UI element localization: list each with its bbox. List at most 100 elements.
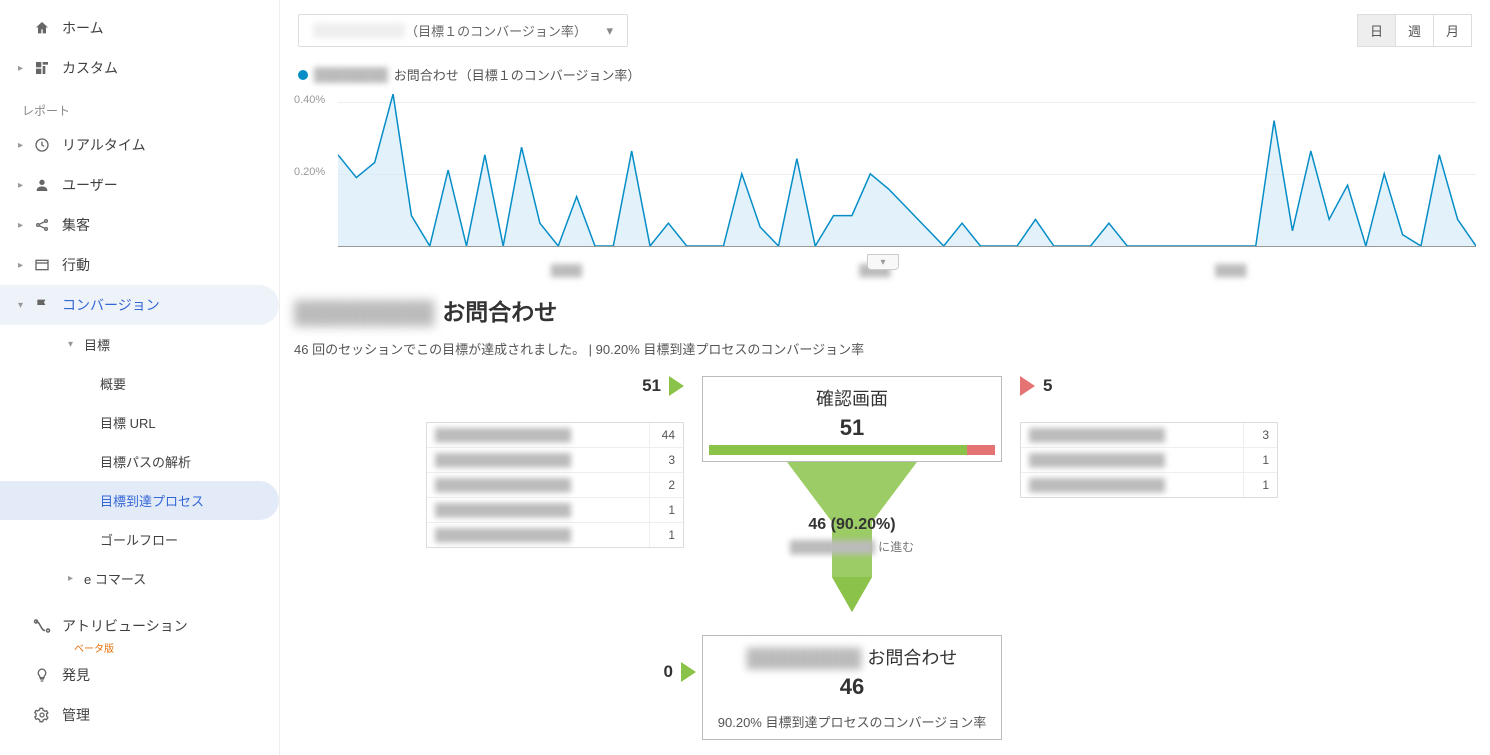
reports-heading: レポート bbox=[0, 88, 279, 125]
table-row: ████████████████1 bbox=[427, 522, 683, 547]
chevron-right-icon: ▸ bbox=[18, 63, 28, 74]
nav-behavior[interactable]: ▸ 行動 bbox=[0, 245, 279, 285]
funnel-through-sub: ██████████ に進む bbox=[790, 538, 914, 555]
sidebar: ホーム ▸ カスタム レポート ▸ リアルタイム ▸ ユーザー ▸ bbox=[0, 0, 280, 755]
chevron-right-icon: ▸ bbox=[18, 140, 28, 151]
nav-home[interactable]: ホーム bbox=[0, 8, 279, 48]
panel-icon bbox=[30, 257, 54, 273]
nav-acquisition[interactable]: ▸ 集客 bbox=[0, 205, 279, 245]
nav-goal-overview-label: 概要 bbox=[100, 374, 126, 393]
step1-in-value: 51 bbox=[642, 376, 661, 396]
step2-title: お問合わせ bbox=[867, 644, 957, 670]
nav-admin-label: 管理 bbox=[54, 705, 90, 725]
table-row: ████████████████1 bbox=[1021, 472, 1277, 497]
arrow-right-icon bbox=[681, 662, 696, 682]
nav-realtime[interactable]: ▸ リアルタイム bbox=[0, 125, 279, 165]
nav-admin[interactable]: 管理 bbox=[0, 695, 279, 735]
funnel-step-2: █████████ お問合わせ 46 90.20% 目標到達プロセスのコンバージ… bbox=[702, 635, 1002, 740]
step1-bar bbox=[709, 445, 995, 455]
step2-in: 0 bbox=[616, 662, 696, 682]
nav-goal-url-label: 目標 URL bbox=[100, 413, 156, 432]
nav-goal-path[interactable]: 目標パスの解析 bbox=[0, 442, 279, 481]
xlabel-blur-3: ████ bbox=[1215, 265, 1246, 277]
nav-user[interactable]: ▸ ユーザー bbox=[0, 165, 279, 205]
beta-badge: ベータ版 bbox=[0, 640, 279, 655]
nav-goal-funnel-label: 目標到達プロセス bbox=[100, 491, 204, 510]
step1-title: 確認画面 bbox=[816, 385, 888, 411]
nav-goal-funnel[interactable]: 目標到達プロセス bbox=[0, 481, 279, 520]
arrow-right-red-icon bbox=[1020, 376, 1035, 396]
headline-blurred: █████████ bbox=[294, 300, 434, 326]
nav-acquisition-label: 集客 bbox=[54, 215, 90, 235]
person-icon bbox=[30, 177, 54, 193]
nav-ecommerce-label: e コマース bbox=[80, 569, 146, 588]
nav-discover[interactable]: 発見 bbox=[0, 655, 279, 695]
period-day[interactable]: 日 bbox=[1358, 15, 1395, 46]
period-month[interactable]: 月 bbox=[1433, 15, 1471, 46]
xlabel-blur-1: ████ bbox=[551, 265, 582, 277]
funnel-center: 確認画面 51 46 (90.20%) ██████████ に進む bbox=[702, 376, 1002, 740]
chevron-right-icon: ▸ bbox=[68, 573, 78, 584]
funnel-sub-tail: に進む bbox=[875, 540, 914, 554]
nav-realtime-label: リアルタイム bbox=[54, 135, 146, 155]
legend-blurred: ████████ bbox=[314, 67, 388, 82]
table-row: ████████████████2 bbox=[427, 472, 683, 497]
chart-legend: ████████ お問合わせ（目標１のコンバージョン率） bbox=[290, 61, 1480, 94]
table-row: ████████████████3 bbox=[1021, 423, 1277, 447]
step1-count: 51 bbox=[703, 413, 1001, 445]
step2-meta: 90.20% 目標到達プロセスのコンバージョン率 bbox=[703, 704, 1001, 739]
flag-icon bbox=[30, 297, 54, 313]
chevron-right-icon: ▸ bbox=[18, 180, 28, 191]
nav-custom[interactable]: ▸ カスタム bbox=[0, 48, 279, 88]
bar-green bbox=[709, 445, 967, 455]
chevron-down-icon: ▾ bbox=[68, 339, 78, 350]
funnel-step-1: 確認画面 51 bbox=[702, 376, 1002, 462]
nav-custom-label: カスタム bbox=[54, 58, 118, 78]
ytick-0: 0.40% bbox=[294, 94, 325, 106]
legend-dot-icon bbox=[298, 70, 308, 80]
funnel-sub-blur: ██████████ bbox=[790, 540, 875, 554]
share-icon bbox=[30, 217, 54, 233]
step2-title-blur: █████████ bbox=[747, 648, 862, 669]
table-row: ████████████████1 bbox=[1021, 447, 1277, 472]
gear-icon bbox=[30, 707, 54, 723]
period-buttons: 日 週 月 bbox=[1357, 14, 1472, 47]
table-row: ████████████████3 bbox=[427, 447, 683, 472]
table-row: ████████████████1 bbox=[427, 497, 683, 522]
conversion-chart: 0.40% 0.20% ████ ████ ████ ▾ bbox=[290, 94, 1476, 259]
step2-in-value: 0 bbox=[664, 662, 673, 682]
nav-goals[interactable]: ▾ 目標 bbox=[0, 325, 279, 364]
nav-behavior-label: 行動 bbox=[54, 255, 90, 275]
chart-collapse-handle[interactable]: ▾ bbox=[867, 254, 899, 270]
exits-panel: 5 ████████████████3████████████████1████… bbox=[1020, 376, 1278, 498]
nav-conversions-label: コンバージョン bbox=[54, 295, 160, 315]
period-week[interactable]: 週 bbox=[1395, 15, 1433, 46]
nav-goal-path-label: 目標パスの解析 bbox=[100, 452, 191, 471]
report-subline: 46 回のセッションでこの目標が達成されました。 | 90.20% 目標到達プロ… bbox=[290, 335, 1480, 376]
step1-in: 51 bbox=[426, 376, 684, 396]
nav-goal-flow[interactable]: ゴールフロー bbox=[0, 520, 279, 559]
nav-goal-overview[interactable]: 概要 bbox=[0, 364, 279, 403]
ytick-1: 0.20% bbox=[294, 166, 325, 178]
exits-table: ████████████████3████████████████1██████… bbox=[1020, 422, 1278, 498]
nav-goals-label: 目標 bbox=[80, 335, 110, 354]
legend-label: お問合わせ（目標１のコンバージョン率） bbox=[394, 65, 641, 84]
metric-blurred: ██████████ bbox=[313, 23, 405, 38]
nav-goal-url[interactable]: 目標 URL bbox=[0, 403, 279, 442]
entrances-table: ████████████████44████████████████3█████… bbox=[426, 422, 684, 548]
home-icon bbox=[30, 20, 54, 36]
path-icon bbox=[30, 617, 54, 635]
main-content: ██████████ （目標１のコンバージョン率） ▾ 日 週 月 ██████… bbox=[280, 0, 1490, 755]
nav-home-label: ホーム bbox=[54, 18, 104, 38]
chevron-right-icon: ▸ bbox=[18, 220, 28, 231]
nav-conversions[interactable]: ▾ コンバージョン bbox=[0, 285, 279, 325]
chevron-right-icon: ▸ bbox=[18, 260, 28, 271]
dashboard-icon bbox=[30, 60, 54, 76]
chevron-down-icon: ▾ bbox=[18, 300, 28, 311]
metric-selector[interactable]: ██████████ （目標１のコンバージョン率） ▾ bbox=[298, 14, 628, 47]
nav-goal-flow-label: ゴールフロー bbox=[100, 530, 178, 549]
headline-title: お問合わせ bbox=[442, 293, 557, 327]
nav-ecommerce[interactable]: ▸ e コマース bbox=[0, 559, 279, 598]
step1-out: 5 bbox=[1020, 376, 1278, 396]
topbar: ██████████ （目標１のコンバージョン率） ▾ 日 週 月 bbox=[290, 0, 1480, 61]
